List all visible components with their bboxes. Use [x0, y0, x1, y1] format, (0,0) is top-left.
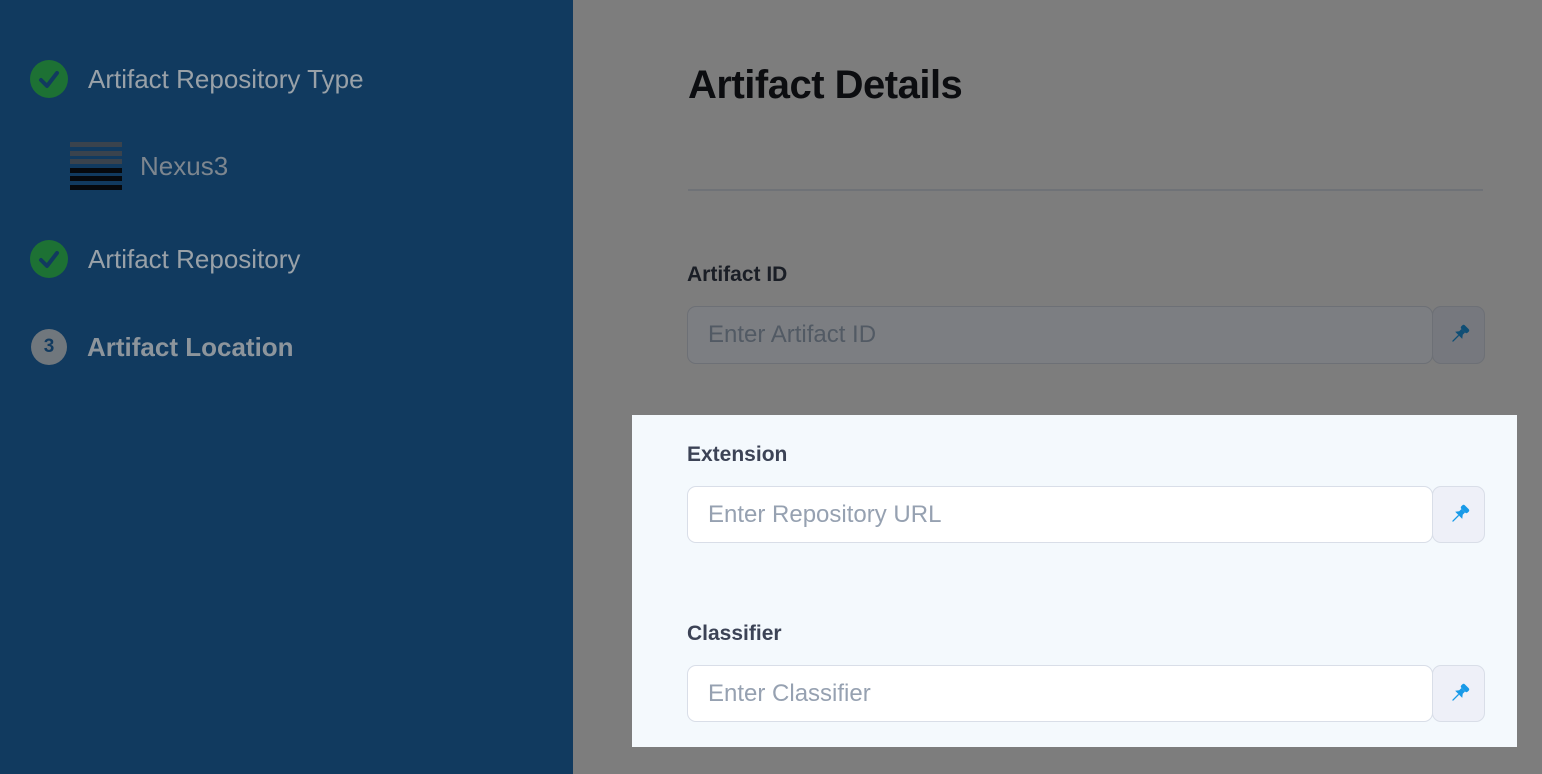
artifact-id-input-group: [687, 306, 1485, 364]
pushpin-icon: [1447, 323, 1471, 347]
nexus3-icon: [70, 142, 122, 190]
field-artifact-id: Artifact ID: [687, 262, 1485, 364]
step-complete-check-icon: [30, 240, 68, 278]
page-title: Artifact Details: [688, 63, 962, 108]
pin-button[interactable]: [1432, 306, 1485, 364]
step-label: Artifact Repository: [88, 244, 300, 275]
pushpin-icon: [1447, 503, 1471, 527]
tour-highlight-box: Extension Classifie: [632, 415, 1517, 747]
pushpin-icon: [1447, 682, 1471, 706]
step-label: Artifact Location: [87, 332, 294, 363]
field-label: Classifier: [687, 621, 1485, 647]
field-label: Artifact ID: [687, 262, 1485, 288]
pin-button[interactable]: [1432, 665, 1485, 722]
extension-input[interactable]: [687, 486, 1433, 543]
selected-type-label: Nexus3: [140, 151, 228, 182]
wizard-steps-sidebar: Artifact Repository Type Nexus3 Artifact…: [0, 0, 573, 774]
step-number-badge: 3: [31, 329, 67, 365]
artifact-details-panel: Artifact Details Artifact ID: [573, 0, 1542, 774]
extension-input-group: [687, 486, 1485, 543]
step-artifact-repository-type[interactable]: Artifact Repository Type: [30, 60, 364, 98]
field-label: Extension: [687, 442, 1485, 468]
step-artifact-repository[interactable]: Artifact Repository: [30, 240, 300, 278]
classifier-input-group: [687, 665, 1485, 722]
classifier-input[interactable]: [687, 665, 1433, 722]
step-label: Artifact Repository Type: [88, 64, 364, 95]
selected-artifact-type[interactable]: Nexus3: [70, 142, 228, 190]
artifact-wizard-screen: Artifact Repository Type Nexus3 Artifact…: [0, 0, 1542, 774]
pin-button[interactable]: [1432, 486, 1485, 543]
field-classifier: Classifier: [687, 621, 1485, 722]
step-artifact-location[interactable]: 3 Artifact Location: [31, 329, 294, 365]
step-complete-check-icon: [30, 60, 68, 98]
field-extension: Extension: [687, 442, 1485, 543]
section-divider: [688, 189, 1483, 191]
artifact-id-input[interactable]: [687, 306, 1433, 364]
